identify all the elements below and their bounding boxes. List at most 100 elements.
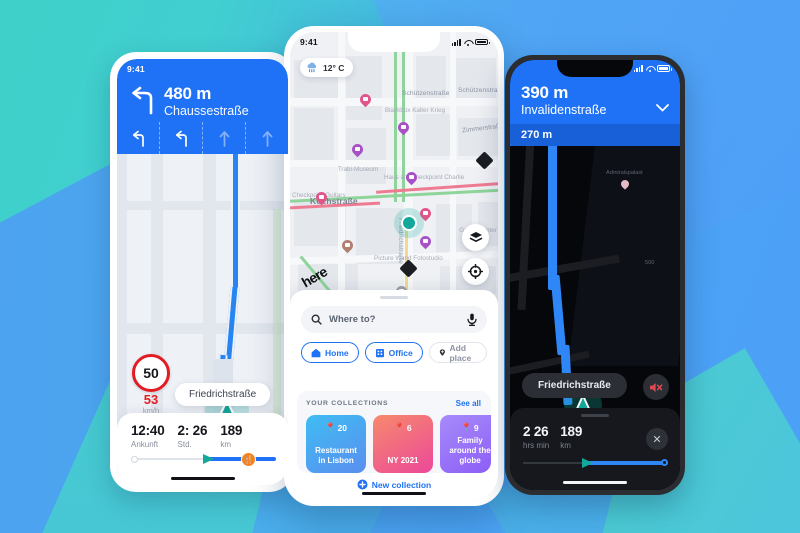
eta-value: 12:40: [131, 423, 165, 438]
current-speed-value: 53: [143, 392, 159, 407]
sheet-grabber[interactable]: [380, 296, 408, 299]
quick-action-add-place[interactable]: Add place: [428, 342, 487, 363]
new-collection-button[interactable]: New collection: [290, 479, 498, 490]
collection-count: 📍 20: [324, 422, 348, 433]
left-home-indicator: [170, 476, 235, 480]
status-time: 9:41: [300, 37, 318, 47]
map-scale-label: 500: [645, 260, 655, 266]
eta-value: 189: [220, 423, 243, 438]
battery-icon: [475, 38, 491, 46]
lane-turn-left-icon: [132, 130, 144, 147]
map-pin[interactable]: [339, 237, 356, 254]
search-placeholder: Where to?: [329, 314, 376, 325]
status-icons: [633, 65, 673, 73]
maneuver-distance: 390 m: [521, 83, 569, 102]
left-route-progress[interactable]: 🍴: [131, 452, 276, 467]
eta-value: 2 26: [523, 424, 549, 439]
collections-see-all-link[interactable]: See all: [456, 399, 481, 408]
home-icon: [311, 348, 321, 357]
map-street-label: Schützenstraße: [402, 90, 450, 97]
eta-item-duration: 2: 26 Std.: [177, 423, 208, 450]
search-icon: [311, 314, 322, 325]
eta-label: Std.: [177, 440, 192, 450]
left-status-bar: 9:41: [117, 59, 288, 79]
map-pin[interactable]: [403, 169, 420, 186]
next-maneuver-distance: 270 m: [510, 123, 680, 146]
current-street-chip[interactable]: Friedrichstraße: [175, 383, 271, 406]
collection-card[interactable]: 📍 20 Restaurant in Lisbon: [306, 415, 366, 473]
lane-turn-left: [160, 122, 203, 154]
left-screen: 50 53 km/h Friedrichstraße 9:41 480 m Ch…: [117, 59, 288, 485]
center-screen: Schützenstraße Schützenstraße Zimmerstra…: [290, 32, 498, 500]
lane-turn-left-icon: [175, 130, 187, 147]
map-road: [117, 201, 288, 210]
puck-dot: [401, 215, 417, 231]
map-layers-button[interactable]: [462, 224, 489, 251]
phone-left-navigation: 50 53 km/h Friedrichstraße 9:41 480 m Ch…: [110, 52, 295, 492]
chevron-down-icon[interactable]: [656, 103, 669, 112]
quick-action-office[interactable]: Office: [364, 342, 423, 363]
collections-header: YOUR COLLECTIONS See all: [306, 399, 491, 408]
quick-action-label: Home: [325, 347, 349, 358]
collections-title: YOUR COLLECTIONS: [306, 400, 389, 407]
map-pin[interactable]: [349, 141, 366, 158]
maneuver-street: Chaussestraße: [164, 103, 249, 118]
map-green-strip: [273, 209, 281, 419]
collection-card[interactable]: 📍 6 NY 2021: [373, 415, 433, 473]
speed-limit-value: 50: [132, 354, 170, 392]
right-route-progress[interactable]: [523, 458, 668, 468]
close-button[interactable]: ✕: [646, 428, 668, 450]
route-line: [231, 154, 240, 294]
eta-value: 189: [560, 424, 583, 439]
left-maneuver-block: 480 m Chaussestraße: [129, 85, 249, 118]
map-street-label: Schützenstraße: [458, 87, 498, 94]
left-trip-sheet: 12:40 Ankunft 2: 26 Std. 189 km 🍴: [117, 413, 288, 485]
progress-restaurant-icon[interactable]: 🍴: [241, 452, 257, 467]
eta-value: 2: 26: [177, 423, 208, 438]
weather-temperature: 12° C: [323, 62, 345, 73]
collection-card[interactable]: 📍 9 Family around the globe: [440, 415, 491, 473]
eta-item-duration: 2 26 hrs min: [523, 424, 550, 451]
center-status-bar: 9:41: [290, 32, 498, 52]
maneuver-distance: 480 m: [164, 84, 212, 103]
layers-icon: [469, 232, 482, 242]
collection-name: NY 2021: [387, 456, 419, 465]
map-pin[interactable]: [619, 178, 631, 190]
map-building: [294, 108, 334, 160]
progress-cursor-icon: [203, 454, 215, 464]
eta-item-distance: 189 km: [560, 424, 583, 451]
map-pin[interactable]: [417, 233, 434, 250]
collection-name: Restaurant in Lisbon: [315, 446, 357, 465]
map-pin[interactable]: [357, 91, 374, 108]
map-road: [117, 323, 288, 334]
right-notch: [557, 60, 633, 77]
route-line: [550, 274, 567, 356]
collection-name: Family around the globe: [449, 436, 491, 465]
eta-label: km: [560, 441, 571, 451]
mute-button[interactable]: [643, 374, 669, 400]
map-building: [416, 114, 450, 156]
map-pin[interactable]: [395, 119, 412, 136]
collections-card-list[interactable]: 📍 20 Restaurant in Lisbon 📍 6 NY 2021 📍 9 F…: [306, 415, 491, 473]
speed-limit-widget: 50 53 km/h: [131, 354, 171, 416]
right-home-indicator: [563, 480, 627, 484]
status-time: 9:41: [127, 64, 145, 74]
map-pin[interactable]: [313, 189, 330, 206]
map-poi-label: Blackbox Kalter Krieg: [384, 107, 446, 114]
phone-right-night-navigation: Admiralspalast 500 390 m Invalidenstraße…: [505, 55, 685, 495]
search-input[interactable]: Where to?: [301, 306, 487, 333]
collections-panel: YOUR COLLECTIONS See all 📍 20 Restaurant …: [297, 391, 491, 473]
weather-chip[interactable]: 12° C: [300, 58, 354, 77]
quick-action-home[interactable]: Home: [301, 342, 359, 363]
office-icon: [375, 348, 384, 357]
eta-item-arrival: 12:40 Ankunft: [131, 423, 165, 449]
center-bottom-sheet: Where to? Home Office Add place YOUR COL…: [290, 290, 498, 500]
eta-label: hrs min: [523, 441, 550, 451]
plus-circle-icon: [357, 479, 368, 490]
lane-straight-icon: [219, 130, 229, 147]
current-street-chip[interactable]: Friedrichstraße: [522, 373, 627, 398]
microphone-icon[interactable]: [467, 313, 477, 326]
collection-count: 📍 9: [461, 422, 479, 433]
map-locate-button[interactable]: [462, 258, 489, 285]
sound-muted-icon: [650, 382, 663, 392]
